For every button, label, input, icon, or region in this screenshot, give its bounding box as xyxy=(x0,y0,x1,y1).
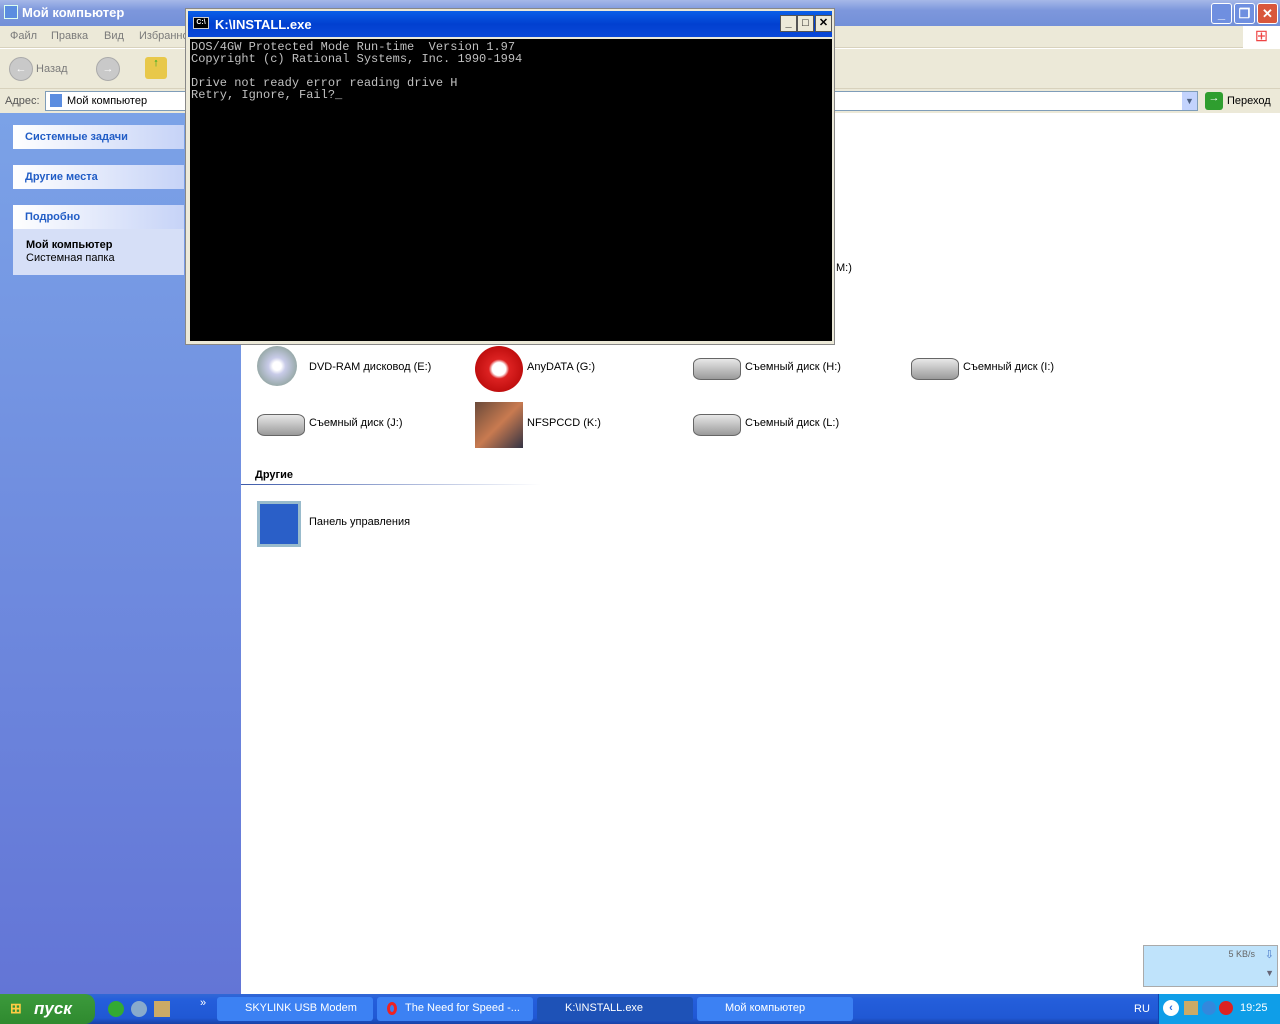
network-speed-widget[interactable]: 5 KB/s ⇩ ▼ xyxy=(1143,945,1278,987)
clock[interactable]: 19:25 xyxy=(1240,1002,1268,1014)
address-dropdown-button[interactable]: ▼ xyxy=(1182,92,1197,110)
drive-i[interactable]: Съемный диск (I:) xyxy=(911,344,1121,394)
console-title-bar[interactable]: C:\ K:\INSTALL.exe _ □ ✕ xyxy=(188,11,832,37)
windows-logo-icon: ⊞ xyxy=(1243,26,1280,48)
start-button[interactable]: ⊞ пуск xyxy=(0,994,95,1024)
task-skylink[interactable]: SKYLINK USB Modem xyxy=(217,997,373,1021)
task-install[interactable]: K:\INSTALL.exe xyxy=(537,997,693,1021)
removable-disk-icon xyxy=(257,414,305,436)
details-panel: Подробно Мой компьютер Системная папка xyxy=(13,205,184,275)
back-button[interactable]: Назад xyxy=(36,63,68,75)
control-panel[interactable]: Панель управления xyxy=(257,499,467,549)
address-label: Адрес: xyxy=(5,95,40,107)
console-icon: C:\ xyxy=(193,17,209,29)
widget-dropdown-icon[interactable]: ▼ xyxy=(1265,968,1274,978)
partial-drive-label: M:) xyxy=(836,262,852,274)
opera-icon xyxy=(387,1002,397,1015)
my-computer-icon xyxy=(50,94,62,107)
network-speed: 5 KB/s xyxy=(1228,949,1255,959)
drive-k[interactable]: NFSPCCD (K:) xyxy=(475,400,685,450)
restore-button[interactable]: ❐ xyxy=(1234,3,1255,24)
network-tray-icon[interactable] xyxy=(1184,1001,1198,1015)
task-my-computer[interactable]: Мой компьютер xyxy=(697,997,853,1021)
close-button[interactable]: ✕ xyxy=(1257,3,1278,24)
quicklaunch-icon[interactable] xyxy=(131,1001,147,1017)
go-arrow-icon[interactable]: → xyxy=(1205,92,1223,110)
console-output[interactable]: DOS/4GW Protected Mode Run-time Version … xyxy=(190,39,832,341)
minimize-button[interactable]: _ xyxy=(1211,3,1232,24)
download-arrow-icon: ⇩ xyxy=(1264,949,1274,961)
removable-disk-icon xyxy=(693,414,741,436)
windows-flag-icon: ⊞ xyxy=(10,1000,22,1016)
drive-h[interactable]: Съемный диск (H:) xyxy=(693,344,903,394)
removable-disk-icon xyxy=(693,358,741,380)
folder-up-icon[interactable]: ↑ xyxy=(145,57,167,79)
drive-j[interactable]: Съемный диск (J:) xyxy=(257,400,467,450)
console-maximize-button[interactable]: □ xyxy=(797,15,814,32)
control-panel-icon xyxy=(257,501,301,547)
quicklaunch-icon[interactable] xyxy=(154,1001,170,1017)
my-computer-icon xyxy=(4,5,18,19)
cd-image-icon xyxy=(475,402,523,448)
drive-e[interactable]: DVD-RAM дисковод (E:) xyxy=(257,344,467,394)
dvd-drive-icon xyxy=(257,346,297,386)
menu-view[interactable]: Вид xyxy=(104,30,124,42)
task-opera[interactable]: The Need for Speed -... xyxy=(377,997,533,1021)
console-minimize-button[interactable]: _ xyxy=(780,15,797,32)
back-arrow-icon[interactable]: ← xyxy=(9,57,33,81)
tray-expand-icon[interactable]: ‹ xyxy=(1163,1000,1179,1016)
antivirus-tray-icon[interactable] xyxy=(1219,1001,1233,1015)
console-window[interactable]: C:\ K:\INSTALL.exe _ □ ✕ DOS/4GW Protect… xyxy=(185,8,835,345)
details-name: Мой компьютер xyxy=(26,239,113,251)
other-section-header: Другие xyxy=(255,469,293,481)
anydata-icon xyxy=(475,346,523,392)
details-type: Системная папка xyxy=(26,252,115,264)
drive-l[interactable]: Съемный диск (L:) xyxy=(693,400,903,450)
window-title: Мой компьютер xyxy=(22,5,125,20)
system-tray: ‹ 19:25 xyxy=(1158,994,1280,1024)
utorrent-icon[interactable] xyxy=(108,1001,124,1017)
drive-g[interactable]: AnyDATA (G:) xyxy=(475,344,685,394)
tray-icon[interactable] xyxy=(1202,1001,1216,1015)
menu-file[interactable]: Файл xyxy=(10,30,37,42)
language-indicator[interactable]: RU xyxy=(1134,1003,1150,1015)
go-button[interactable]: Переход xyxy=(1227,95,1271,107)
console-title: K:\INSTALL.exe xyxy=(215,17,312,32)
quicklaunch-expand-icon[interactable]: » xyxy=(200,997,206,1009)
other-places-panel[interactable]: Другие места xyxy=(13,165,184,189)
system-tasks-panel[interactable]: Системные задачи xyxy=(13,125,184,149)
section-divider xyxy=(241,484,541,485)
menu-edit[interactable]: Правка xyxy=(51,30,88,42)
taskbar: ⊞ пуск » SKYLINK USB Modem The Need for S… xyxy=(0,994,1280,1024)
removable-disk-icon xyxy=(911,358,959,380)
forward-arrow-icon[interactable]: → xyxy=(96,57,120,81)
console-close-button[interactable]: ✕ xyxy=(815,15,832,32)
